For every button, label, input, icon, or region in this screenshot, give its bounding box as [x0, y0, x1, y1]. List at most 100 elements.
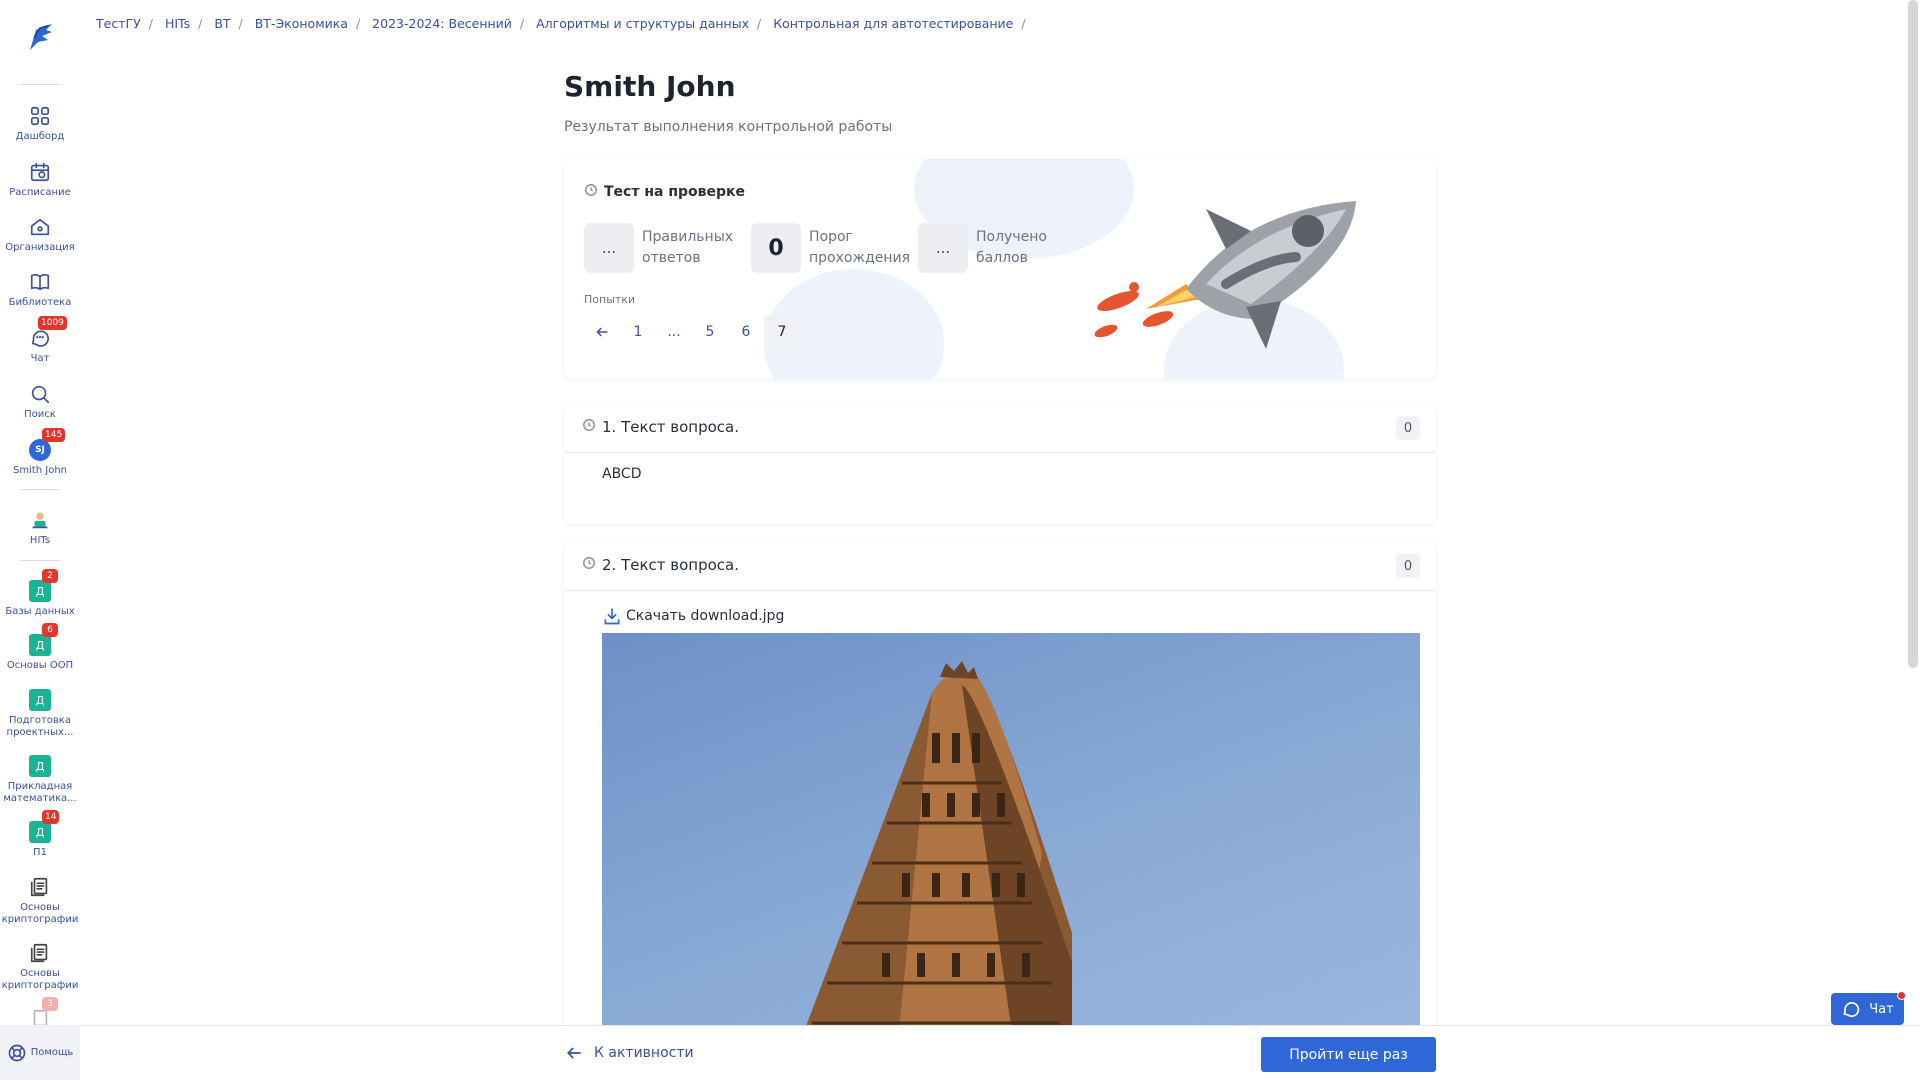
library-icon	[28, 270, 52, 294]
breadcrumb-item[interactable]: ВТ-Экономика	[255, 16, 348, 31]
avatar: SJ	[29, 439, 51, 461]
sidebar-item-label: Прикладная математика...	[3, 781, 77, 804]
scrollbar[interactable]	[1908, 0, 1918, 668]
attempts-label: Попытки	[584, 293, 636, 306]
dashboard-icon	[28, 104, 52, 128]
course-icon: Д	[29, 821, 51, 843]
back-to-activity-link[interactable]: К активности	[564, 1043, 694, 1063]
sidebar-item-label: Организация	[5, 242, 75, 253]
notification-dot	[1897, 991, 1906, 1000]
stat-pass-threshold: 0 Порог прохождения	[751, 223, 911, 273]
sidebar-item-course[interactable]: Д Подготовка проектных...	[0, 688, 80, 739]
document-icon	[28, 875, 52, 899]
question-card: 1. Текст вопроса. 0 ABCD	[564, 404, 1436, 524]
stat-value: 0	[751, 223, 801, 273]
sidebar-item-schedule[interactable]: Расписание	[0, 160, 80, 199]
question-title-text: 2. Текст вопроса.	[602, 556, 740, 574]
schedule-icon	[28, 160, 52, 184]
breadcrumb-item[interactable]: HITs	[165, 16, 190, 31]
course-icon: Д	[29, 755, 51, 777]
building-photo	[785, 661, 1072, 1080]
question-header: 2. Текст вопроса. 0	[564, 542, 1436, 591]
back-label: К активности	[594, 1045, 694, 1061]
sidebar-item-dashboard[interactable]: Дашборд	[0, 104, 80, 143]
sidebar-divider	[20, 560, 60, 561]
sidebar-divider	[20, 84, 60, 85]
question-title: 2. Текст вопроса.	[582, 556, 739, 574]
pagination-prev-button[interactable]	[584, 315, 620, 349]
sidebar-item-label: Подготовка проектных...	[6, 715, 74, 738]
question-title-text: 1. Текст вопроса.	[602, 418, 740, 436]
page-title: Smith John	[564, 70, 736, 103]
chat-widget-label: Чат	[1869, 1001, 1894, 1017]
course-badge: 14	[42, 810, 60, 824]
download-label: Скачать download.jpg	[626, 608, 785, 624]
breadcrumb-item[interactable]: ВТ	[214, 16, 230, 31]
sidebar-item-label: П1	[33, 847, 47, 858]
sidebar-item-course[interactable]: Д 2 Базы данных	[0, 569, 80, 618]
sidebar-item-chat[interactable]: 1009 Чат	[0, 316, 80, 365]
pagination-page[interactable]: 6	[728, 315, 764, 349]
sidebar-item-label: Основы криптографии	[1, 902, 79, 925]
rocket-illustration	[1094, 201, 1356, 349]
organization-icon	[28, 215, 52, 239]
breadcrumb-item[interactable]: Контрольная для автотестирование	[773, 16, 1013, 31]
sidebar-item-profile[interactable]: SJ 145 Smith John	[0, 428, 80, 477]
bottom-bar: К активности Пройти еще раз	[80, 1025, 1920, 1080]
sidebar-item-label: Чат	[30, 353, 50, 364]
course-icon: Д	[29, 689, 51, 711]
sidebar-item-label: Дашборд	[15, 131, 65, 142]
pagination-ellipsis: ...	[667, 324, 681, 340]
logo-icon[interactable]	[22, 20, 58, 56]
breadcrumb: ТестГУ / HITs / ВТ / ВТ-Экономика/ 2023-202…	[96, 16, 1026, 31]
stat-label: Порог прохождения	[809, 229, 911, 266]
clock-icon	[582, 556, 596, 574]
stat-value: ...	[918, 223, 968, 273]
clock-icon	[584, 183, 598, 201]
retry-button[interactable]: Пройти еще раз	[1261, 1037, 1436, 1072]
download-link[interactable]: Скачать download.jpg	[602, 606, 784, 626]
arrow-left-icon	[566, 1047, 581, 1059]
breadcrumb-item[interactable]: Алгоритмы и структуры данных	[536, 16, 749, 31]
sidebar-divider	[20, 489, 60, 490]
sidebar-item-hits[interactable]: HITs	[0, 508, 80, 547]
breadcrumb-item[interactable]: 2023-2024: Весенний	[372, 16, 512, 31]
course-badge: 2	[42, 569, 58, 583]
pagination-page[interactable]: 1	[620, 315, 656, 349]
question-score: 0	[1396, 416, 1420, 440]
question-header: 1. Текст вопроса. 0	[564, 404, 1436, 453]
chat-widget-button[interactable]: Чат	[1831, 991, 1906, 1025]
course-badge: 3	[42, 997, 58, 1011]
stat-label: Получено баллов	[976, 229, 1047, 266]
sidebar-item-course[interactable]: Д 6 Основы ООП	[0, 623, 80, 672]
help-label: Помощь	[30, 1047, 74, 1058]
stat-points-received: ... Получено баллов	[918, 223, 1076, 273]
sidebar-item-organization[interactable]: Организация	[0, 215, 80, 254]
sidebar-item-course[interactable]: Д Прикладная математика...	[0, 754, 80, 805]
sidebar-item-library[interactable]: Библиотека	[0, 270, 80, 309]
course-icon: Д	[29, 634, 51, 656]
chat-bubble-icon	[1843, 1002, 1860, 1018]
chat-icon: 1009	[28, 316, 67, 350]
pagination-page[interactable]: 5	[692, 315, 728, 349]
hits-icon	[28, 508, 52, 532]
sidebar-item-search[interactable]: Поиск	[0, 382, 80, 421]
sidebar-item-course[interactable]: Д 14 П1	[0, 810, 80, 859]
sidebar-item-label: Расписание	[9, 187, 71, 198]
sidebar: Дашборд Расписание Организация Библиотек…	[0, 0, 80, 1080]
sidebar-item-course[interactable]: Основы криптографии	[0, 875, 80, 926]
stat-value: ...	[584, 223, 634, 273]
sidebar-item-course[interactable]: Основы криптографии	[0, 941, 80, 992]
course-icon: Д	[29, 580, 51, 602]
sidebar-item-label: Базы данных	[5, 606, 75, 617]
status-text: Тест на проверке	[604, 184, 746, 200]
help-button[interactable]: Помощь	[0, 1025, 80, 1080]
sidebar-item-label: Поиск	[24, 409, 56, 420]
stat-correct-answers: ... Правильных ответов	[584, 223, 742, 273]
clock-icon	[582, 418, 596, 436]
breadcrumb-item[interactable]: ТестГУ	[96, 16, 141, 31]
page-subtitle: Результат выполнения контрольной работы	[564, 119, 893, 135]
sidebar-item-label: Библиотека	[8, 297, 72, 308]
pagination-page-active[interactable]: 7	[764, 315, 800, 349]
attached-image	[602, 633, 1420, 1080]
